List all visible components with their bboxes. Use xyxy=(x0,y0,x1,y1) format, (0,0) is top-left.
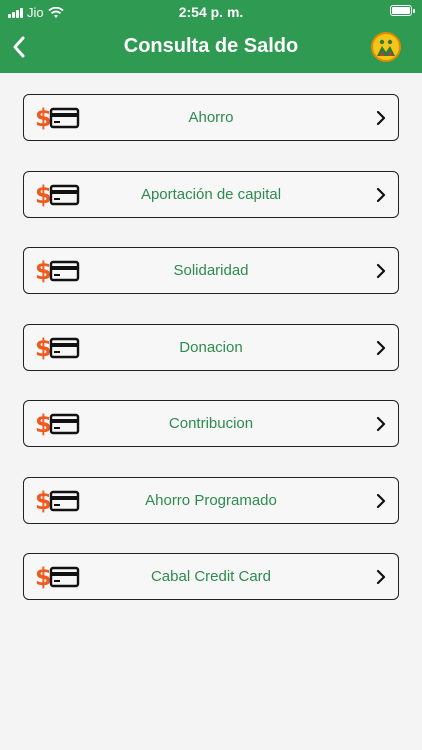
chevron-right-icon xyxy=(376,110,386,126)
chevron-right-icon xyxy=(376,263,386,279)
page-title: Consulta de Saldo xyxy=(123,35,299,57)
menu-item-label: Aportación de capital xyxy=(140,185,282,203)
chevron-right-icon xyxy=(376,569,386,585)
status-bar: Jio 2:54 p. m. xyxy=(0,0,422,24)
chevron-right-icon xyxy=(376,187,386,202)
menu-item-solidaridad[interactable]: $ Solidaridad xyxy=(23,247,399,294)
cooperative-logo-icon xyxy=(371,32,401,62)
menu-item-aportacion-de-capital[interactable]: $ Aportación de capital xyxy=(23,170,399,218)
menu-item-donacion[interactable]: $ Donacion xyxy=(23,323,399,371)
menu-item-label: Cabal Credit Card xyxy=(150,568,272,585)
menu-item-contribucion[interactable]: $ Contribucion xyxy=(23,400,399,447)
menu-item-label: Ahorro Programado xyxy=(145,491,277,509)
status-time: 2:54 p. m. xyxy=(178,4,244,20)
chevron-right-icon xyxy=(376,340,386,355)
menu-item-label: Solidaridad xyxy=(173,262,249,279)
menu-item-label: Contribucion xyxy=(168,415,254,432)
balance-menu-list: $ Ahorro $ Aportación de capital $ Solid xyxy=(23,94,399,630)
app-header: Jio 2:54 p. m. Consulta de Saldo xyxy=(0,0,422,73)
battery-icon xyxy=(390,5,415,16)
menu-item-label: Donacion xyxy=(179,338,243,356)
menu-item-label: Ahorro xyxy=(188,109,234,126)
menu-item-cabal-credit-card[interactable]: $ Cabal Credit Card xyxy=(23,553,399,600)
chevron-right-icon xyxy=(376,416,386,432)
chevron-right-icon xyxy=(376,493,386,508)
menu-item-ahorro[interactable]: $ Ahorro xyxy=(23,94,399,141)
menu-item-ahorro-programado[interactable]: $ Ahorro Programado xyxy=(23,476,399,524)
